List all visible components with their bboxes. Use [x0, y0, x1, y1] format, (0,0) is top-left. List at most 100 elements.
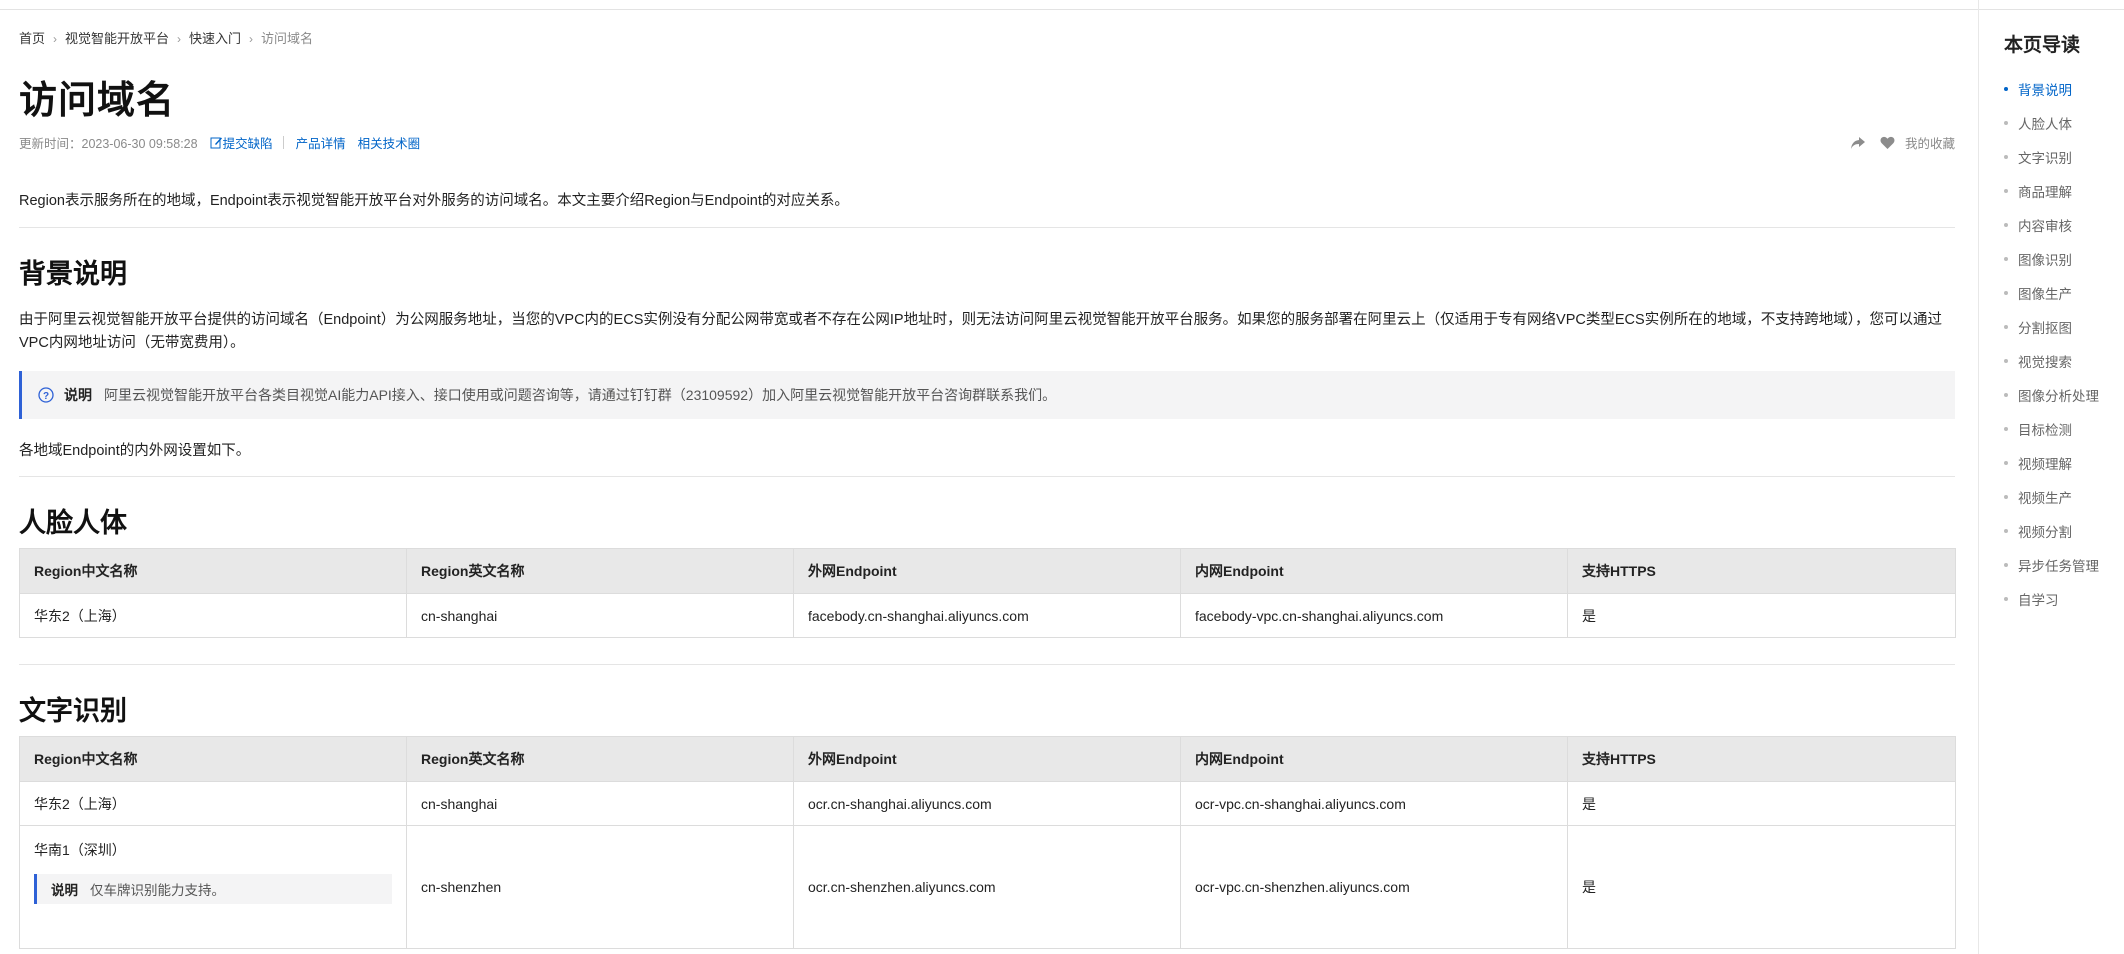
- toc-item[interactable]: 视频理解: [2004, 446, 2099, 480]
- table-header-row: Region中文名称 Region英文名称 外网Endpoint 内网Endpo…: [19, 548, 1956, 594]
- product-details-link[interactable]: 产品详情: [296, 133, 346, 152]
- help-circle-icon: ?: [38, 387, 54, 403]
- column-header: 支持HTTPS: [1567, 548, 1956, 594]
- breadcrumb-item-home[interactable]: 首页: [19, 31, 45, 46]
- table-row: 华南1（深圳） 说明 仅车牌识别能力支持。 cn-shenzhen ocr.cn…: [19, 825, 1956, 949]
- breadcrumb-current: 访问域名: [261, 31, 314, 46]
- bullet-icon: [2004, 325, 2008, 329]
- bullet-icon: [2004, 87, 2008, 91]
- cell-note-label: 说明: [51, 883, 78, 898]
- face-heading: 人脸人体: [19, 508, 127, 538]
- toc-item[interactable]: 异步任务管理: [2004, 548, 2099, 582]
- toc-item[interactable]: 视频分割: [2004, 514, 2099, 548]
- breadcrumb-item-quickstart[interactable]: 快速入门: [189, 31, 241, 46]
- vpc-endpoint-cell: facebody-vpc.cn-shanghai.aliyuncs.com: [1180, 593, 1568, 638]
- bullet-icon: [2004, 155, 2008, 159]
- favorite-label[interactable]: 我的收藏: [1905, 133, 1955, 152]
- toc-item[interactable]: 视频生产: [2004, 480, 2099, 514]
- page-actions: 我的收藏: [1836, 133, 1955, 152]
- vpc-endpoint-cell: ocr-vpc.cn-shenzhen.aliyuncs.com: [1180, 825, 1568, 949]
- bullet-icon: [2004, 257, 2008, 261]
- bullet-icon: [2004, 359, 2008, 363]
- toc-item-label: 自学习: [2018, 593, 2059, 608]
- column-header: 支持HTTPS: [1567, 736, 1956, 782]
- bullet-icon: [2004, 495, 2008, 499]
- toc-item-label: 图像识别: [2018, 253, 2072, 268]
- public-endpoint-cell: ocr.cn-shanghai.aliyuncs.com: [793, 781, 1181, 826]
- bullet-icon: [2004, 121, 2008, 125]
- chevron-right-icon: ›: [177, 32, 182, 46]
- toc-item[interactable]: 分割抠图: [2004, 310, 2099, 344]
- bullet-icon: [2004, 291, 2008, 295]
- page-meta: 更新时间：2023-06-30 09:58:28 提交缺陷 产品详情 相关技术圈: [19, 133, 420, 152]
- toc-item[interactable]: 图像生产: [2004, 276, 2099, 310]
- background-heading: 背景说明: [19, 259, 127, 289]
- toc-item-label: 图像分析处理: [2018, 389, 2099, 404]
- toc-item[interactable]: 背景说明: [2004, 72, 2099, 106]
- note-callout: ? 说明 阿里云视觉智能开放平台各类目视觉AI能力API接入、接口使用或问题咨询…: [19, 371, 1955, 419]
- bullet-icon: [2004, 427, 2008, 431]
- toc-title: 本页导读: [2004, 35, 2081, 56]
- region-cn-name: 华南1（深圳）: [34, 842, 126, 858]
- region-cn-cell: 华南1（深圳） 说明 仅车牌识别能力支持。: [19, 825, 407, 949]
- toc-item[interactable]: 自学习: [2004, 582, 2099, 616]
- bullet-icon: [2004, 393, 2008, 397]
- submit-issue-label: 提交缺陷: [222, 137, 273, 151]
- https-cell: 是: [1567, 593, 1956, 638]
- toc-item[interactable]: 视觉搜索: [2004, 344, 2099, 378]
- page-title: 访问域名: [19, 80, 176, 122]
- toc-item[interactable]: 商品理解: [2004, 174, 2099, 208]
- toc-item[interactable]: 图像识别: [2004, 242, 2099, 276]
- submit-issue-link[interactable]: 提交缺陷: [210, 133, 273, 152]
- toc-item-label: 视频理解: [2018, 457, 2072, 472]
- column-header: 外网Endpoint: [793, 548, 1181, 594]
- region-cn-cell: 华东2（上海）: [19, 781, 407, 826]
- edit-icon: [210, 137, 222, 149]
- bullet-icon: [2004, 461, 2008, 465]
- toc-item-label: 视频生产: [2018, 491, 2072, 506]
- heart-icon[interactable]: [1880, 136, 1895, 150]
- region-cn-cell: 华东2（上海）: [19, 593, 407, 638]
- chevron-right-icon: ›: [53, 32, 58, 46]
- column-header: Region中文名称: [19, 548, 407, 594]
- bullet-icon: [2004, 189, 2008, 193]
- toc-item-label: 商品理解: [2018, 185, 2072, 200]
- related-circle-link[interactable]: 相关技术圈: [358, 133, 421, 152]
- note-label: 说明: [64, 387, 92, 403]
- toc-item[interactable]: 文字识别: [2004, 140, 2099, 174]
- note-text: 阿里云视觉智能开放平台各类目视觉AI能力API接入、接口使用或问题咨询等，请通过…: [104, 387, 1057, 403]
- table-header-row: Region中文名称 Region英文名称 外网Endpoint 内网Endpo…: [19, 736, 1956, 782]
- toc-item[interactable]: 图像分析处理: [2004, 378, 2099, 412]
- https-cell: 是: [1567, 825, 1956, 949]
- meta-divider: [282, 136, 284, 149]
- column-header: Region英文名称: [406, 736, 794, 782]
- intro-text: Region表示服务所在的地域，Endpoint表示视觉智能开放平台对外服务的访…: [19, 193, 849, 209]
- toc-item-label: 人脸人体: [2018, 117, 2072, 132]
- region-en-cell: cn-shanghai: [406, 593, 794, 638]
- breadcrumb-item-platform[interactable]: 视觉智能开放平台: [65, 31, 169, 46]
- toc-item-label: 文字识别: [2018, 151, 2072, 166]
- toc-item[interactable]: 人脸人体: [2004, 106, 2099, 140]
- svg-text:?: ?: [43, 391, 49, 402]
- toc-item-label: 内容审核: [2018, 219, 2072, 234]
- ocr-endpoint-table: Region中文名称 Region英文名称 外网Endpoint 内网Endpo…: [19, 736, 1956, 949]
- divider: [19, 476, 1955, 477]
- background-paragraph: 由于阿里云视觉智能开放平台提供的访问域名（Endpoint）为公网服务地址，当您…: [19, 312, 1942, 351]
- toc-item-label: 视觉搜索: [2018, 355, 2072, 370]
- ocr-heading: 文字识别: [19, 696, 127, 726]
- breadcrumb: 首页 › 视觉智能开放平台 › 快速入门 › 访问域名: [19, 28, 313, 47]
- public-endpoint-cell: facebody.cn-shanghai.aliyuncs.com: [793, 593, 1181, 638]
- chevron-right-icon: ›: [249, 32, 254, 46]
- bullet-icon: [2004, 597, 2008, 601]
- region-en-cell: cn-shenzhen: [406, 825, 794, 949]
- toc-item[interactable]: 内容审核: [2004, 208, 2099, 242]
- vpc-endpoint-cell: ocr-vpc.cn-shanghai.aliyuncs.com: [1180, 781, 1568, 826]
- share-icon[interactable]: [1850, 136, 1866, 150]
- updated-time: 更新时间：2023-06-30 09:58:28: [19, 137, 198, 151]
- toc-item[interactable]: 目标检测: [2004, 412, 2099, 446]
- toc-item-label: 分割抠图: [2018, 321, 2072, 336]
- toc-item-label: 目标检测: [2018, 423, 2072, 438]
- cell-note-text: 仅车牌识别能力支持。: [90, 883, 225, 898]
- endpoints-intro: 各地域Endpoint的内外网设置如下。: [19, 443, 251, 459]
- divider: [19, 664, 1955, 665]
